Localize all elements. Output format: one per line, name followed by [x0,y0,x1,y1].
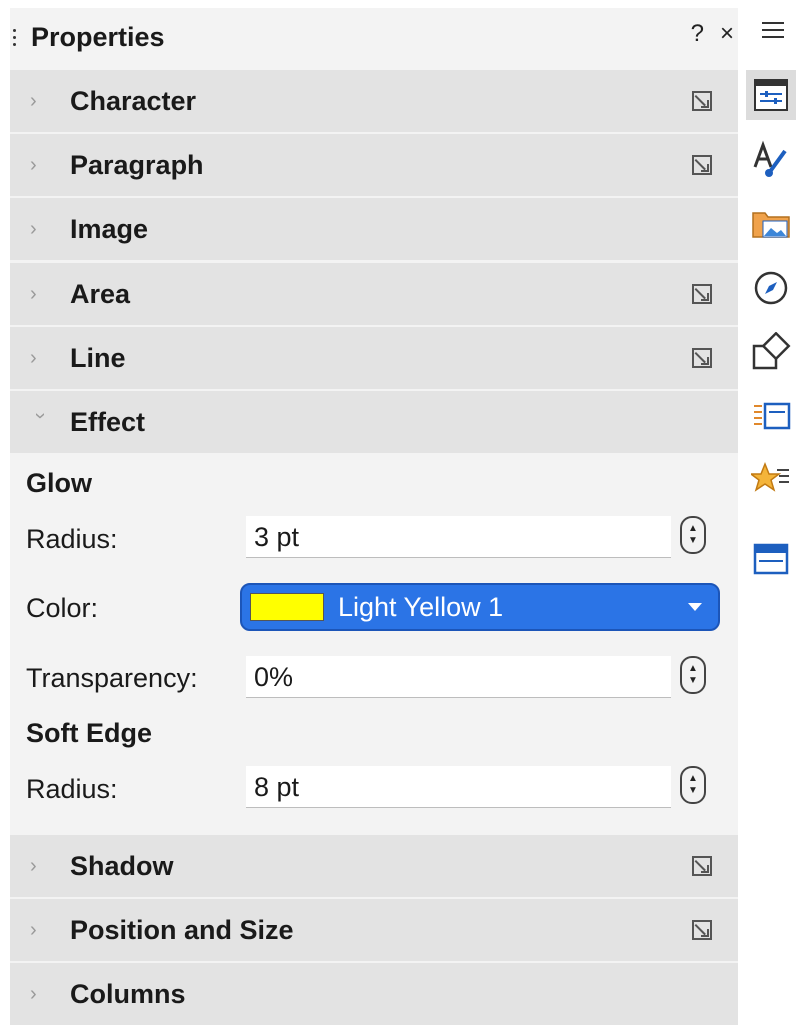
section-line[interactable]: › Line [10,327,738,389]
color-swatch [250,593,324,621]
glow-radius-spinner[interactable]: ▲ ▼ [680,516,706,554]
sidebar-tabbar [740,8,796,1014]
soft-edge-radius-field[interactable]: 8 pt [246,766,671,808]
soft-edge-heading: Soft Edge [26,718,152,748]
chevron-right-icon: › [30,89,37,112]
glow-transparency-spinner[interactable]: ▲ ▼ [680,656,706,694]
chevron-down-icon[interactable]: ▼ [688,675,698,687]
section-label: Paragraph [70,149,204,180]
more-options-icon[interactable] [692,155,712,175]
animation-icon[interactable] [746,455,796,505]
panel-title: Properties [31,21,165,52]
section-image[interactable]: › Image [10,198,738,260]
chevron-right-icon: › [30,918,37,941]
soft-edge-radius-spinner[interactable]: ▲ ▼ [680,766,706,804]
gallery-icon[interactable] [746,198,796,248]
section-position-and-size[interactable]: › Position and Size [10,899,738,961]
master-slides-icon[interactable] [746,534,796,584]
glow-heading: Glow [26,468,92,498]
section-label: Image [70,213,149,244]
chevron-right-icon: › [30,217,37,240]
soft-edge-radius-label: Radius: [26,774,118,804]
section-paragraph[interactable]: › Paragraph [10,134,738,196]
chevron-down-icon[interactable]: ▼ [688,785,698,797]
chevron-right-icon: › [30,153,37,176]
more-options-icon[interactable] [692,348,712,368]
navigator-icon[interactable] [746,263,796,313]
glow-transparency-field[interactable]: 0% [246,656,671,698]
section-label: Area [70,278,131,309]
section-columns[interactable]: › Columns [10,963,738,1025]
glow-color-dropdown[interactable]: Light Yellow 1 [240,583,720,631]
section-label: Line [70,342,126,373]
section-character[interactable]: › Character [10,70,738,132]
styles-icon[interactable] [746,134,796,184]
section-label: Effect [70,406,146,437]
more-options-icon[interactable] [692,284,712,304]
slide-transition-icon[interactable] [746,391,796,441]
glow-transparency-label: Transparency: [26,663,198,693]
glow-radius-field[interactable]: 3 pt [246,516,671,558]
close-button[interactable]: × [720,20,734,48]
dropdown-arrow-icon [688,603,702,611]
section-label: Character [70,85,197,116]
section-area[interactable]: › Area [10,263,738,325]
more-options-icon[interactable] [692,91,712,111]
chevron-right-icon: › [30,282,37,305]
panel-titlebar: Properties ? × [10,8,738,66]
more-options-icon[interactable] [692,856,712,876]
chevron-right-icon: › [30,854,37,877]
section-label: Shadow [70,850,174,881]
properties-icon[interactable] [746,70,796,120]
section-label: Position and Size [70,914,294,945]
chevron-up-icon[interactable]: ▲ [688,523,698,535]
shapes-icon[interactable] [746,327,796,377]
section-effect[interactable]: › Effect [10,391,738,453]
chevron-right-icon: › [30,982,37,1005]
chevron-right-icon: › [30,346,37,369]
more-options-icon[interactable] [692,920,712,940]
properties-panel: Properties ? × › Character › Paragraph ›… [10,8,738,1025]
chevron-up-icon[interactable]: ▲ [688,773,698,785]
help-button[interactable]: ? [691,20,704,48]
section-shadow[interactable]: › Shadow [10,835,738,897]
color-value: Light Yellow 1 [338,591,504,622]
glow-radius-label: Radius: [26,524,118,554]
section-label: Columns [70,978,186,1009]
chevron-down-icon: › [29,412,52,419]
chevron-down-icon[interactable]: ▼ [688,535,698,547]
glow-color-label: Color: [26,593,99,623]
sidebar-menu-icon[interactable] [762,22,784,43]
drag-handle-icon[interactable] [13,28,17,46]
chevron-up-icon[interactable]: ▲ [688,663,698,675]
